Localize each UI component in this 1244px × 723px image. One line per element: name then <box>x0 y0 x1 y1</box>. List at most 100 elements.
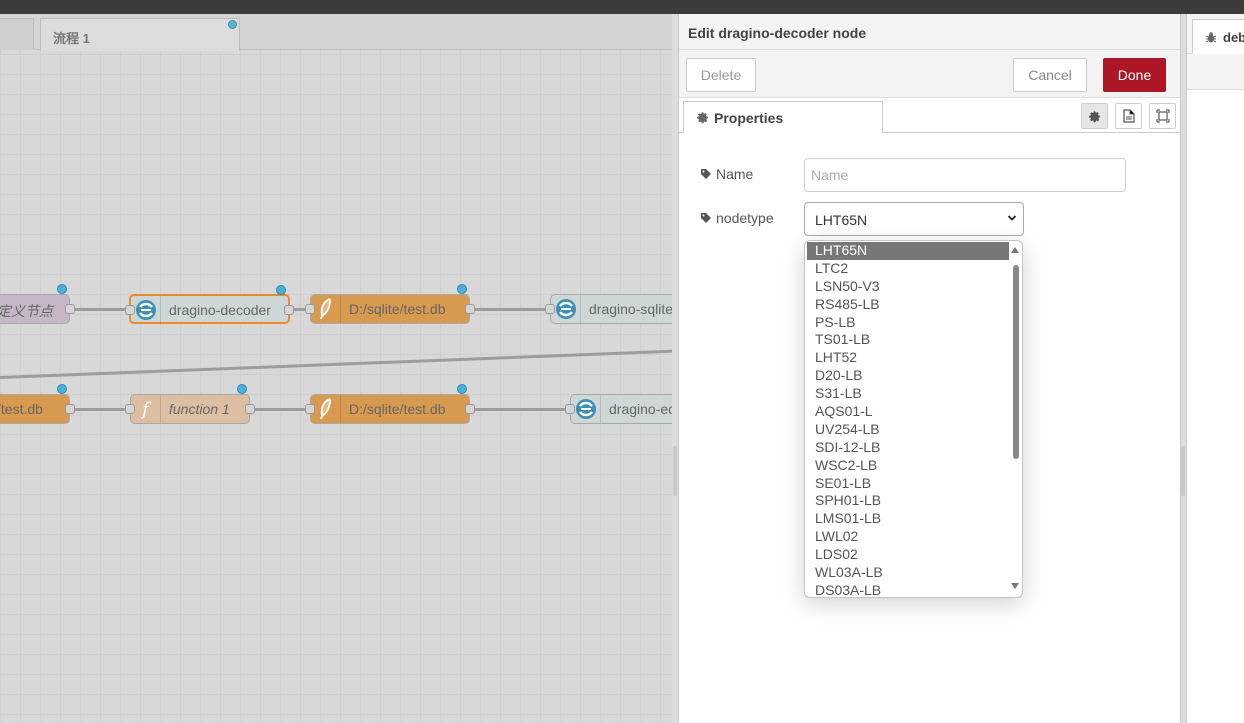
dragino-sqlite-node[interactable]: dragino-sqlite <box>545 294 672 324</box>
cancel-button[interactable]: Cancel <box>1013 58 1087 92</box>
scroll-up-icon[interactable] <box>1011 247 1019 253</box>
workspace-splitter[interactable] <box>673 446 677 496</box>
flow-tab-label: 流程 1 <box>53 31 90 46</box>
wire[interactable] <box>470 408 572 411</box>
option-item[interactable]: S31-LB <box>807 385 1009 403</box>
nodetype-options-list[interactable]: LHT65N LTC2 LSN50-V3 RS485-LB PS-LB TS01… <box>804 240 1023 598</box>
status-dot-icon <box>57 384 67 394</box>
function-icon: f <box>131 395 161 423</box>
output-port[interactable] <box>245 404 255 414</box>
output-port[interactable] <box>465 304 475 314</box>
option-item[interactable]: RS485-LB <box>807 296 1009 314</box>
done-button[interactable]: Done <box>1103 58 1166 92</box>
output-port[interactable] <box>284 305 294 315</box>
dragino-decoder-node[interactable]: dragino-decoder <box>125 285 294 324</box>
option-item[interactable]: LSN50-V3 <box>807 278 1009 296</box>
option-item[interactable]: SE01-LB <box>807 475 1009 493</box>
option-item[interactable]: UV254-LB <box>807 421 1009 439</box>
output-port[interactable] <box>65 304 75 314</box>
name-input[interactable] <box>804 158 1126 192</box>
node-label: D:/sqlite/test.db <box>349 401 446 417</box>
properties-tab-label: Properties <box>714 110 784 126</box>
frame-icon <box>1155 109 1170 123</box>
appearance-tab-button[interactable] <box>1149 103 1176 129</box>
scrollbar-thumb[interactable] <box>1013 265 1019 459</box>
output-port[interactable] <box>65 404 75 414</box>
wire[interactable] <box>470 308 552 311</box>
node-label: dragino-ec <box>609 401 672 417</box>
option-item[interactable]: LHT52 <box>807 349 1009 367</box>
tab-debug[interactable]: debug <box>1192 19 1244 54</box>
wire[interactable] <box>0 349 672 379</box>
option-item[interactable]: TS01-LB <box>807 331 1009 349</box>
workspace-tab-bar: 流程 1 <box>0 14 672 51</box>
node-label: D:/sqlite/test.db <box>349 301 446 317</box>
sqlite-node[interactable]: /test.db <box>0 384 75 424</box>
option-item[interactable]: D20-LB <box>807 367 1009 385</box>
sqlite-node[interactable]: D:/sqlite/test.db <box>305 384 475 424</box>
name-label-text: Name <box>716 166 754 182</box>
feather-icon <box>311 395 341 423</box>
input-port[interactable] <box>305 404 315 414</box>
status-dot-icon <box>57 284 67 294</box>
option-item[interactable]: WL03A-LB <box>807 564 1009 582</box>
sqlite-node[interactable]: D:/sqlite/test.db <box>305 284 475 324</box>
tab-previous[interactable] <box>0 18 34 50</box>
gear-icon <box>696 111 709 127</box>
input-port[interactable] <box>545 304 555 314</box>
option-item[interactable]: LWL02 <box>807 528 1009 546</box>
sidebar-tabs: debug <box>1187 14 1244 54</box>
wire[interactable] <box>70 308 130 311</box>
option-item[interactable]: PS-LB <box>807 314 1009 332</box>
delete-button[interactable]: Delete <box>686 58 756 92</box>
option-item[interactable]: LDS02 <box>807 546 1009 564</box>
input-port[interactable] <box>125 404 135 414</box>
tag-icon <box>701 169 711 179</box>
changed-indicator-icon <box>228 20 237 29</box>
chevron-down-icon <box>1007 215 1017 221</box>
sidebar-toolbar <box>1187 54 1244 90</box>
node-label: function 1 <box>169 401 230 417</box>
option-item[interactable]: AQS01-L <box>807 403 1009 421</box>
nodetype-selected-value: LHT65N <box>815 212 868 228</box>
option-item[interactable]: WSC2-LB <box>807 457 1009 475</box>
option-item[interactable]: DS03A-LB <box>807 582 1009 597</box>
nodetype-select[interactable]: LHT65N <box>804 202 1024 236</box>
input-port[interactable] <box>565 404 575 414</box>
settings-tab-button[interactable] <box>1081 103 1108 129</box>
node-label: 定义节点 <box>0 303 53 319</box>
panel-header: Edit dragino-decoder node <box>679 14 1180 50</box>
debug-tab-label: debug <box>1223 30 1244 45</box>
node-label: dragino-decoder <box>169 302 271 318</box>
document-icon <box>1122 109 1135 123</box>
option-item[interactable]: SDI-12-LB <box>807 439 1009 457</box>
edit-node-panel: Edit dragino-decoder node Delete Cancel … <box>678 14 1181 723</box>
wire[interactable] <box>70 408 130 411</box>
node-label: /test.db <box>0 401 43 417</box>
tab-properties[interactable]: Properties <box>683 101 883 134</box>
dragino-icon <box>551 295 581 323</box>
status-dot-icon <box>276 285 286 295</box>
function-node[interactable]: f function 1 <box>125 384 255 424</box>
sidebar-splitter[interactable] <box>1181 446 1185 496</box>
options-scrollbar[interactable] <box>1008 241 1022 597</box>
top-bar <box>0 0 1244 14</box>
bug-icon <box>1205 32 1217 43</box>
dragino-icon <box>571 395 601 423</box>
dragino-ec-node[interactable]: dragino-ec <box>565 394 672 424</box>
option-item[interactable]: LHT65N <box>807 242 1009 260</box>
option-item[interactable]: LTC2 <box>807 260 1009 278</box>
scroll-down-icon[interactable] <box>1011 583 1019 589</box>
input-port[interactable] <box>125 305 135 315</box>
flow-workspace[interactable]: 流程 1 定义节点 dragino-decoder D:/sqlite/test… <box>0 14 672 723</box>
option-item[interactable]: SPH01-LB <box>807 492 1009 510</box>
wire[interactable] <box>250 408 310 411</box>
panel-toolbar: Delete Cancel Done <box>679 50 1180 98</box>
input-port[interactable] <box>305 304 315 314</box>
description-tab-button[interactable] <box>1115 103 1142 129</box>
custom-node[interactable]: 定义节点 <box>0 284 75 324</box>
option-item[interactable]: LMS01-LB <box>807 510 1009 528</box>
output-port[interactable] <box>465 404 475 414</box>
status-dot-icon <box>457 384 467 394</box>
tab-flow-1[interactable]: 流程 1 <box>40 18 240 51</box>
